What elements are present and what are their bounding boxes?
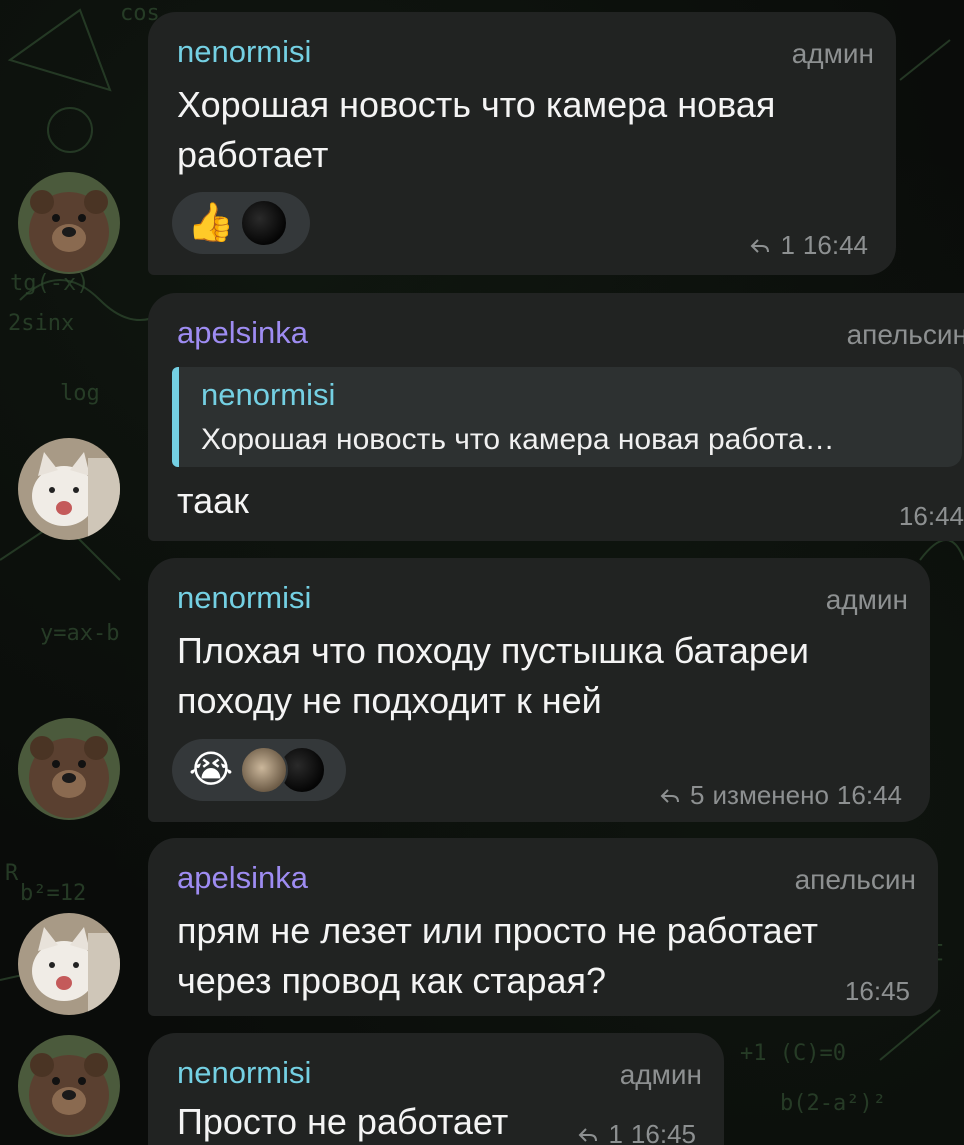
message-time: 16:44 <box>898 501 964 531</box>
thumbs-up-reaction[interactable]: 👍 <box>186 201 236 245</box>
message-meta: 5 изменено 16:44 <box>658 780 902 811</box>
message-bubble[interactable]: nenormisi админ Плохая что походу пустыш… <box>148 558 930 822</box>
sender-role: админ <box>619 1059 702 1090</box>
crying-face-reaction[interactable]: 😭 <box>186 748 236 792</box>
sender-name[interactable]: nenormisi <box>177 580 311 616</box>
sender-role: админ <box>791 38 874 69</box>
cat-avatar-icon[interactable] <box>18 913 120 1015</box>
message-text: Просто не работает <box>177 1101 509 1142</box>
sender-name[interactable]: apelsinka <box>177 315 308 351</box>
bear-avatar-icon[interactable] <box>18 172 120 274</box>
cat-avatar-icon[interactable] <box>18 438 120 540</box>
message-row[interactable]: apelsinka апельсин nenormisi Хорошая нов… <box>0 290 964 545</box>
reactions-bar[interactable]: 😭 <box>172 739 346 801</box>
sender-role: апельсин <box>794 864 916 895</box>
message-meta: 1 16:44 <box>748 230 868 261</box>
bear-avatar-icon[interactable] <box>18 1035 120 1137</box>
reply-arrow-icon[interactable] <box>748 234 772 258</box>
sender-role: апельсин <box>846 319 964 350</box>
message-time: 16:44 <box>802 230 868 260</box>
message-time: 16:45 <box>844 976 910 1006</box>
quote-sender: nenormisi <box>201 377 336 412</box>
reply-count[interactable]: 1 <box>608 1119 622 1145</box>
reply-count[interactable]: 1 <box>780 230 794 261</box>
message-row[interactable]: nenormisi админ Хорошая новость что каме… <box>0 0 964 280</box>
quote-text: Хорошая новость что камера новая работа… <box>201 423 835 456</box>
message-text: Плохая что походу пустышка батареи поход… <box>177 630 810 721</box>
reply-count[interactable]: 5 <box>690 780 704 811</box>
message-bubble[interactable]: nenormisi админ Хорошая новость что каме… <box>148 12 896 275</box>
sender-name[interactable]: nenormisi <box>177 34 311 70</box>
message-bubble[interactable]: nenormisi админ Просто не работает 1 16:… <box>148 1033 724 1145</box>
sender-name[interactable]: nenormisi <box>177 1055 311 1091</box>
reply-arrow-icon[interactable] <box>658 784 682 808</box>
message-bubble[interactable]: apelsinka апельсин nenormisi Хорошая нов… <box>148 293 964 541</box>
message-row[interactable]: nenormisi админ Плохая что походу пустыш… <box>0 555 964 825</box>
message-bubble[interactable]: apelsinka апельсин прям не лезет или про… <box>148 838 938 1016</box>
message-row[interactable]: apelsinka апельсин прям не лезет или про… <box>0 835 964 1020</box>
message-text: таак <box>177 480 249 521</box>
message-meta: 16:44 <box>899 501 964 532</box>
message-text: прям не лезет или просто не работает чер… <box>177 910 819 1001</box>
sender-role: админ <box>825 584 908 615</box>
message-row[interactable]: nenormisi админ Просто не работает 1 16:… <box>0 1030 964 1145</box>
reply-arrow-icon[interactable] <box>576 1123 600 1145</box>
message-meta: 1 16:45 <box>576 1119 696 1145</box>
reactor-avatar <box>240 199 288 247</box>
edited-label: изменено <box>712 780 829 810</box>
message-text: Хорошая новость что камера новая работае… <box>177 84 776 175</box>
sender-name[interactable]: apelsinka <box>177 860 308 896</box>
reactions-bar[interactable]: 👍 <box>172 192 310 254</box>
message-time: 16:44 <box>836 780 902 810</box>
message-meta: 16:45 <box>845 976 910 1007</box>
message-time: 16:45 <box>630 1119 696 1145</box>
reactor-avatar <box>240 746 288 794</box>
quoted-reply[interactable]: nenormisi Хорошая новость что камера нов… <box>172 367 962 467</box>
bear-avatar-icon[interactable] <box>18 718 120 820</box>
